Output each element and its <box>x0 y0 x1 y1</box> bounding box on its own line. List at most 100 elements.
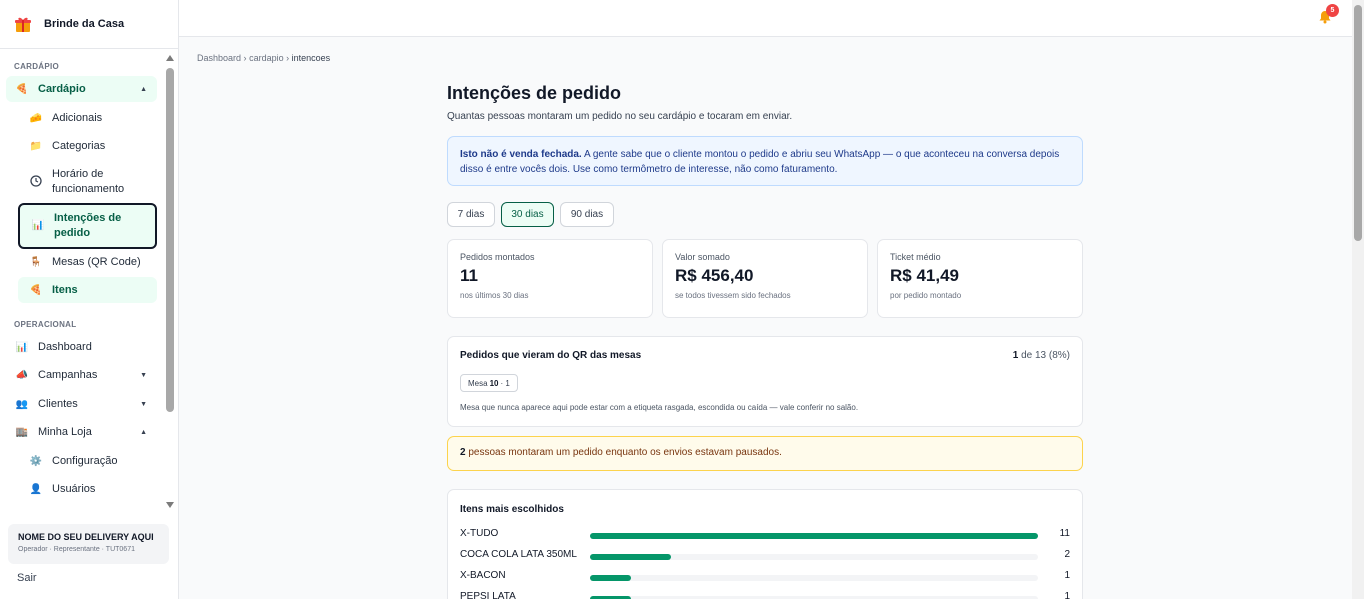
stat-card-pedidos: Pedidos montados 11 nos últimos 30 dias <box>447 239 653 318</box>
items-title: Itens mais escolhidos <box>460 504 564 515</box>
user-icon: 👤 <box>29 483 43 495</box>
stat-value: 11 <box>460 266 478 285</box>
sidebar-item-label: Categorias <box>52 140 106 152</box>
range-90-days-button[interactable]: 90 dias <box>560 202 614 227</box>
sidebar: Brinde da Casa CARDÁPIO 🍕 Cardápio ▲ 🧀 A… <box>0 0 179 599</box>
sidebar-item-label: Adicionais <box>52 112 103 124</box>
sidebar-item-label: Clientes <box>38 398 78 410</box>
stat-sub: se todos tivessem sido fechados <box>675 291 791 300</box>
paused-warning: 2 pessoas montaram um pedido enquanto os… <box>447 436 1083 471</box>
item-bar-track <box>590 554 1038 560</box>
stat-value: R$ 456,40 <box>675 266 754 285</box>
sidebar-item-label: Configuração <box>52 455 118 467</box>
stat-label: Ticket médio <box>890 252 941 262</box>
bar-chart-icon: 📊 <box>15 341 29 353</box>
clock-icon <box>30 175 42 187</box>
stat-label: Pedidos montados <box>460 252 535 262</box>
item-bar-fill <box>590 575 631 581</box>
list-item: X-TUDO 11 <box>460 528 1070 542</box>
stat-sub: nos últimos 30 dias <box>460 291 529 300</box>
store-name: NOME DO SEU DELIVERY AQUI <box>18 532 154 542</box>
item-name: X-BACON <box>460 570 506 581</box>
items-card: Itens mais escolhidos X-TUDO 11 COCA COL… <box>447 489 1083 599</box>
sidebar-item-cardapio[interactable]: 🍕 Cardápio ▲ <box>6 76 157 102</box>
info-box: Isto não é venda fechada. A gente sabe q… <box>447 136 1083 186</box>
mesa-chip: Mesa 10 · 1 <box>460 374 518 392</box>
users-icon: 👥 <box>15 398 29 410</box>
breadcrumb-current: intencoes <box>291 53 331 63</box>
brand-name: Brinde da Casa <box>44 18 125 30</box>
sidebar-nav: CARDÁPIO 🍕 Cardápio ▲ 🧀 Adicionais 📁 Cat… <box>0 50 164 515</box>
chevron-up-icon: ▲ <box>140 428 147 436</box>
sidebar-item-dashboard[interactable]: 📊 Dashboard <box>6 336 157 358</box>
sidebar-item-label: Dashboard <box>38 341 92 353</box>
label-line-1: Horário de <box>52 168 104 180</box>
chip-suffix: · 1 <box>500 378 510 388</box>
qr-note: Mesa que nunca aparece aqui pode estar c… <box>460 403 859 412</box>
qr-title: Pedidos que vieram do QR das mesas <box>460 350 642 361</box>
sidebar-item-adicionais[interactable]: 🧀 Adicionais <box>18 107 157 129</box>
list-item: PEPSI LATA 1 <box>460 591 1070 599</box>
scroll-down-arrow-icon[interactable] <box>166 502 174 508</box>
sidebar-item-categorias[interactable]: 📁 Categorias <box>18 135 157 157</box>
sidebar-item-configuracao[interactable]: ⚙️ Configuração <box>18 450 157 472</box>
main-scrollbar-thumb[interactable] <box>1354 5 1362 241</box>
stat-sub: por pedido montado <box>890 291 962 300</box>
scroll-up-arrow-icon[interactable] <box>166 55 174 61</box>
page-subtitle: Quantas pessoas montaram um pedido no se… <box>447 111 793 122</box>
sidebar-item-horario[interactable]: Horário de funcionamento <box>18 167 157 199</box>
stat-card-ticket: Ticket médio R$ 41,49 por pedido montado <box>877 239 1083 318</box>
breadcrumb-separator: › <box>243 53 247 63</box>
sidebar-item-mesas[interactable]: 🪑 Mesas (QR Code) <box>18 251 157 273</box>
sidebar-item-intencoes[interactable]: 📊 Intenções de pedido <box>18 203 157 249</box>
gear-icon: ⚙️ <box>29 455 43 467</box>
sidebar-item-label: Intenções de pedido <box>54 211 121 241</box>
section-title-cardapio: CARDÁPIO <box>14 62 60 71</box>
sidebar-scrollbar[interactable] <box>165 52 175 512</box>
gift-icon <box>14 15 32 33</box>
chair-icon: 🪑 <box>29 256 43 268</box>
brand[interactable]: Brinde da Casa <box>0 0 178 49</box>
item-bar-fill <box>590 554 672 560</box>
breadcrumb-dashboard[interactable]: Dashboard <box>197 53 241 63</box>
store-sub: Operador · Representante · TUT0671 <box>18 546 135 553</box>
sidebar-item-itens[interactable]: 🍕 Itens <box>18 277 157 303</box>
list-item: X-BACON 1 <box>460 570 1070 584</box>
breadcrumb-cardapio[interactable]: cardapio <box>249 53 284 63</box>
qr-card: Pedidos que vieram do QR das mesas 1 de … <box>447 336 1083 427</box>
folder-icon: 📁 <box>29 140 43 152</box>
megaphone-icon: 📣 <box>15 369 29 381</box>
chevron-down-icon: ▼ <box>140 400 147 408</box>
cheese-icon: 🧀 <box>29 112 43 124</box>
stat-card-valor: Valor somado R$ 456,40 se todos tivessem… <box>662 239 868 318</box>
main-content: Dashboard › cardapio › intencoes Intençõ… <box>179 37 1352 599</box>
sidebar-item-label: Mesas (QR Code) <box>52 256 141 268</box>
range-30-days-button[interactable]: 30 dias <box>501 202 554 227</box>
topbar: 5 <box>179 0 1352 37</box>
store-icon: 🏬 <box>15 426 29 438</box>
info-bold: Isto não é venda fechada. <box>460 149 582 160</box>
item-name: PEPSI LATA <box>460 591 516 599</box>
store-card[interactable]: NOME DO SEU DELIVERY AQUI Operador · Rep… <box>8 524 169 564</box>
pizza-icon: 🍕 <box>29 284 43 296</box>
sidebar-item-label: Itens <box>52 284 78 296</box>
main-scrollbar[interactable] <box>1352 0 1364 599</box>
sidebar-item-usuarios[interactable]: 👤 Usuários <box>18 478 157 500</box>
logout-link[interactable]: Sair <box>17 572 37 584</box>
label-line-2: funcionamento <box>52 183 125 195</box>
item-count: 11 <box>1059 528 1070 539</box>
sidebar-item-clientes[interactable]: 👥 Clientes ▼ <box>6 393 157 415</box>
sidebar-item-label: Cardápio <box>38 83 86 95</box>
sidebar-item-label: Usuários <box>52 483 96 495</box>
range-7-days-button[interactable]: 7 dias <box>447 202 495 227</box>
page-title: Intenções de pedido <box>447 83 622 103</box>
bar-chart-icon: 📊 <box>31 219 45 231</box>
item-name: COCA COLA LATA 350ML <box>460 549 577 560</box>
item-count: 2 <box>1064 549 1070 560</box>
sidebar-item-campanhas[interactable]: 📣 Campanhas ▼ <box>6 364 157 386</box>
item-bar-fill <box>590 533 1038 539</box>
item-count: 1 <box>1064 570 1070 581</box>
notification-badge: 5 <box>1326 4 1339 17</box>
scrollbar-thumb[interactable] <box>166 68 174 412</box>
sidebar-item-minha-loja[interactable]: 🏬 Minha Loja ▲ <box>6 421 157 443</box>
